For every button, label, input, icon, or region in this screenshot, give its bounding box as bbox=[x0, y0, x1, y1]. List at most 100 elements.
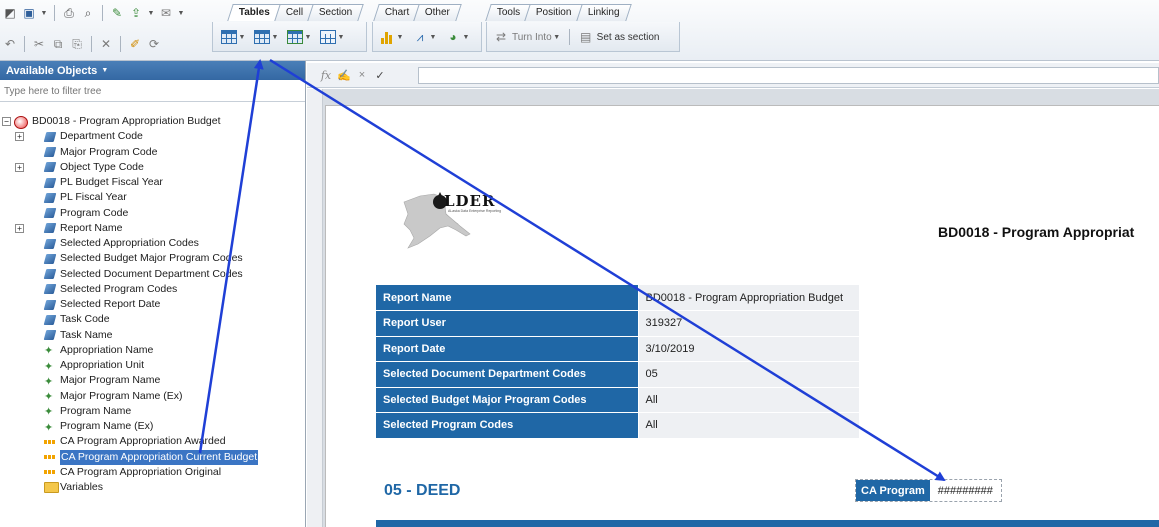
tab-other[interactable]: Other bbox=[413, 4, 463, 21]
cut-icon[interactable]: ✂ bbox=[31, 36, 47, 52]
properties-icon[interactable]: ◩ bbox=[2, 5, 18, 21]
tables-panel: ▼ ▼ ▼ ▼ bbox=[212, 22, 367, 52]
tree-item[interactable]: Task Name bbox=[0, 328, 305, 343]
tree-item[interactable]: ✦ Appropriation Unit bbox=[0, 358, 305, 373]
table-row[interactable]: Report Name BD0018 - Program Appropriatio… bbox=[376, 285, 859, 311]
tree-item[interactable]: CA Program Appropriation Current Budget bbox=[0, 449, 305, 465]
tree-item[interactable]: Selected Document Department Codes bbox=[0, 267, 305, 282]
formula-editor-icon[interactable]: ✍ bbox=[335, 69, 353, 82]
collapse-icon[interactable]: − bbox=[2, 117, 11, 127]
set-as-section-button[interactable]: ▤ Set as section bbox=[576, 28, 662, 46]
save-icon[interactable]: ▣ bbox=[21, 5, 37, 21]
tree-item[interactable]: Selected Report Date bbox=[0, 297, 305, 312]
expand-icon[interactable]: + bbox=[15, 223, 24, 233]
copy-icon[interactable]: ⧉ bbox=[50, 36, 66, 52]
format-painter-icon[interactable]: ✐ bbox=[127, 36, 143, 52]
ca-program-cell[interactable]: CA Program ######### bbox=[855, 479, 1002, 502]
tree-item[interactable]: + Object Type Code bbox=[0, 160, 305, 175]
tree-item[interactable]: ✦ Major Program Name bbox=[0, 373, 305, 388]
tree-item-label: Appropriation Name bbox=[60, 343, 154, 356]
dimension-icon bbox=[43, 146, 57, 158]
save-dropdown-icon[interactable]: ▼ bbox=[40, 5, 48, 21]
dropdown-icon: ▼ bbox=[396, 33, 404, 41]
tree-item[interactable]: Selected Budget Major Program Codes bbox=[0, 251, 305, 266]
chevron-down-icon[interactable]: ▼ bbox=[101, 67, 108, 74]
info-key-cell[interactable]: Selected Budget Major Program Codes bbox=[376, 387, 638, 413]
report-info-table[interactable]: Report Name BD0018 - Program Appropriatio… bbox=[376, 285, 859, 439]
tree-item[interactable]: Task Code bbox=[0, 312, 305, 327]
info-value-cell[interactable]: 3/10/2019 bbox=[637, 336, 859, 362]
report-page[interactable]: LDER ALaska Data Enterprise Reporting BD… bbox=[325, 105, 1159, 527]
tree-item[interactable]: − BD0018 - Program Appropriation Budget bbox=[0, 114, 305, 129]
info-value-cell[interactable]: 05 bbox=[637, 361, 859, 388]
bar-chart-button[interactable]: ▼ bbox=[379, 28, 406, 46]
table-row[interactable]: Selected Program Codes All bbox=[376, 412, 859, 439]
refresh-icon[interactable]: ⟳ bbox=[146, 36, 162, 52]
formula-input[interactable] bbox=[418, 67, 1159, 84]
table-row[interactable]: Report User 319327 bbox=[376, 310, 859, 337]
paste-icon[interactable]: ⎘ bbox=[69, 36, 85, 52]
info-value-cell[interactable]: All bbox=[637, 412, 859, 439]
crosstab-button[interactable]: ▼ bbox=[285, 28, 314, 46]
vertical-table-button[interactable]: ▼ bbox=[219, 28, 248, 46]
turn-into-button[interactable]: ⇄ Turn Into ▼ bbox=[491, 28, 563, 46]
tab-linking[interactable]: Linking bbox=[576, 4, 632, 21]
filter-tree-input[interactable] bbox=[4, 83, 301, 99]
info-key-cell[interactable]: Selected Document Department Codes bbox=[376, 361, 638, 388]
info-value-cell[interactable]: BD0018 - Program Appropriation Budget bbox=[637, 285, 859, 311]
tree-item[interactable]: Selected Program Codes bbox=[0, 282, 305, 297]
tree-item[interactable]: + Report Name bbox=[0, 221, 305, 236]
fx-icon[interactable]: fx bbox=[317, 69, 335, 82]
tree-item[interactable]: ✦ Appropriation Name bbox=[0, 343, 305, 358]
tab-section[interactable]: Section bbox=[307, 4, 365, 21]
info-key-cell[interactable]: Report Date bbox=[376, 336, 638, 362]
tree-item[interactable]: Major Program Code bbox=[0, 145, 305, 160]
info-key-cell[interactable]: Report User bbox=[376, 310, 638, 337]
table-row[interactable]: Report Date 3/10/2019 bbox=[376, 336, 859, 362]
tree-item[interactable]: ✦ Program Name bbox=[0, 404, 305, 419]
tree-item[interactable]: CA Program Appropriation Awarded bbox=[0, 434, 305, 449]
export-dropdown-icon[interactable]: ▼ bbox=[147, 5, 155, 21]
report-title[interactable]: BD0018 - Program Appropriat bbox=[938, 224, 1134, 240]
tree-item[interactable]: Program Code bbox=[0, 206, 305, 221]
email-icon[interactable]: ✉ bbox=[158, 5, 174, 21]
undo-icon[interactable]: ↶ bbox=[2, 36, 18, 52]
table-row[interactable]: Selected Document Department Codes 05 bbox=[376, 361, 859, 388]
print-icon[interactable]: ⎙ bbox=[61, 5, 77, 21]
tree-item[interactable]: PL Fiscal Year bbox=[0, 190, 305, 205]
info-value-cell[interactable]: 319327 bbox=[637, 310, 859, 337]
tree-item[interactable]: Selected Appropriation Codes bbox=[0, 236, 305, 251]
email-dropdown-icon[interactable]: ▼ bbox=[177, 5, 185, 21]
tree-item[interactable]: + Department Code bbox=[0, 129, 305, 144]
validate-icon[interactable]: ✓ bbox=[371, 69, 389, 82]
tree-item[interactable]: PL Budget Fiscal Year bbox=[0, 175, 305, 190]
tree-item[interactable]: CA Program Appropriation Original bbox=[0, 465, 305, 480]
cancel-icon[interactable]: × bbox=[353, 69, 371, 81]
tab-position[interactable]: Position bbox=[524, 4, 584, 21]
pie-chart-button[interactable]: ◕ ▼ bbox=[443, 28, 472, 46]
tree-item[interactable]: Variables bbox=[0, 480, 305, 495]
tree-item-label: Program Code bbox=[60, 206, 129, 219]
horizontal-table-button[interactable]: ▼ bbox=[252, 28, 281, 46]
info-key-cell[interactable]: Selected Program Codes bbox=[376, 412, 638, 439]
expand-icon[interactable]: + bbox=[15, 162, 24, 172]
tab-tables[interactable]: Tables bbox=[227, 4, 282, 21]
track-changes-icon[interactable]: ✎ bbox=[109, 5, 125, 21]
dimension-icon bbox=[43, 238, 57, 250]
available-objects-header[interactable]: Available Objects ▼ bbox=[0, 61, 305, 80]
export-icon[interactable]: ⇪ bbox=[128, 5, 144, 21]
find-icon[interactable]: ⌕ bbox=[80, 5, 96, 21]
tree-item[interactable]: ✦ Program Name (Ex) bbox=[0, 419, 305, 434]
info-key-cell[interactable]: Report Name bbox=[376, 285, 638, 311]
expand-icon[interactable]: + bbox=[15, 132, 24, 142]
tree-item[interactable]: ✦ Major Program Name (Ex) bbox=[0, 389, 305, 404]
delete-icon[interactable]: ✕ bbox=[98, 36, 114, 52]
info-value-cell[interactable]: All bbox=[637, 387, 859, 413]
line-chart-button[interactable]: ⩘ ▼ bbox=[410, 28, 439, 46]
form-button[interactable]: ▼ bbox=[318, 28, 347, 46]
horizontal-table-icon bbox=[254, 30, 270, 44]
table-row[interactable]: Selected Budget Major Program Codes All bbox=[376, 387, 859, 413]
section-title[interactable]: 05 - DEED bbox=[384, 482, 460, 500]
table-header-band[interactable] bbox=[376, 520, 1159, 527]
logo-subtitle: ALaska Data Enterprise Reporting bbox=[448, 209, 502, 213]
